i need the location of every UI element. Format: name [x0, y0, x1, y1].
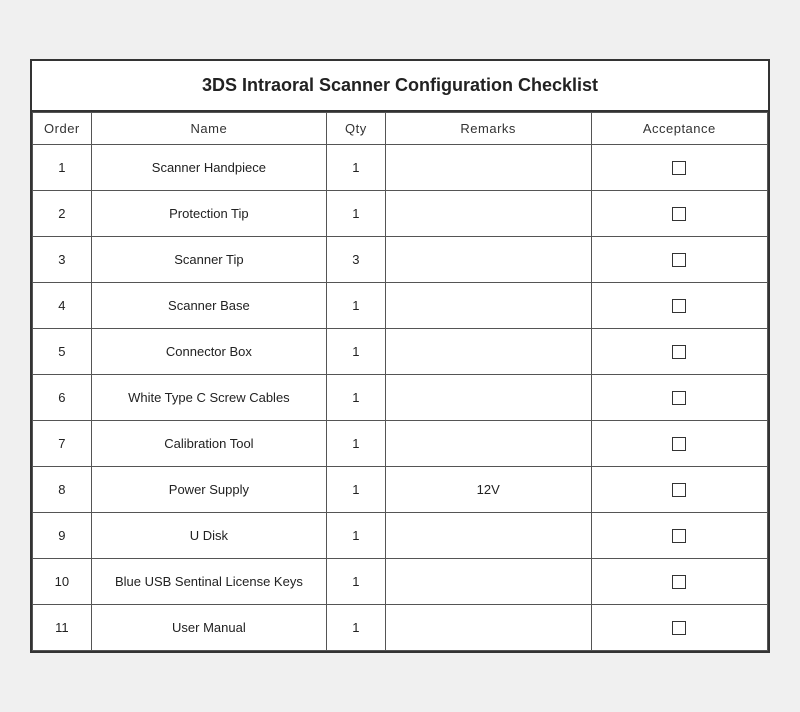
cell-order: 11: [33, 605, 92, 651]
table-row: 10Blue USB Sentinal License Keys1: [33, 559, 768, 605]
table-row: 1Scanner Handpiece1: [33, 145, 768, 191]
acceptance-checkbox[interactable]: [672, 161, 686, 175]
cell-name: Power Supply: [91, 467, 326, 513]
cell-remarks: [385, 329, 591, 375]
checklist-title: 3DS Intraoral Scanner Configuration Chec…: [32, 61, 768, 112]
acceptance-checkbox[interactable]: [672, 437, 686, 451]
cell-qty: 1: [326, 559, 385, 605]
cell-qty: 1: [326, 191, 385, 237]
cell-name: Calibration Tool: [91, 421, 326, 467]
cell-name: Scanner Tip: [91, 237, 326, 283]
cell-order: 8: [33, 467, 92, 513]
table-row: 8Power Supply112V: [33, 467, 768, 513]
cell-remarks: [385, 513, 591, 559]
cell-acceptance[interactable]: [591, 375, 767, 421]
table-row: 4Scanner Base1: [33, 283, 768, 329]
cell-name: Blue USB Sentinal License Keys: [91, 559, 326, 605]
table-row: 5Connector Box1: [33, 329, 768, 375]
cell-acceptance[interactable]: [591, 237, 767, 283]
header-acceptance: Acceptance: [591, 113, 767, 145]
cell-order: 3: [33, 237, 92, 283]
cell-acceptance[interactable]: [591, 605, 767, 651]
cell-qty: 1: [326, 421, 385, 467]
table-row: 6White Type C Screw Cables1: [33, 375, 768, 421]
cell-name: Scanner Handpiece: [91, 145, 326, 191]
table-row: 3Scanner Tip3: [33, 237, 768, 283]
cell-acceptance[interactable]: [591, 421, 767, 467]
table-row: 2Protection Tip1: [33, 191, 768, 237]
cell-remarks: [385, 421, 591, 467]
header-qty: Qty: [326, 113, 385, 145]
cell-name: Scanner Base: [91, 283, 326, 329]
acceptance-checkbox[interactable]: [672, 529, 686, 543]
acceptance-checkbox[interactable]: [672, 483, 686, 497]
cell-order: 2: [33, 191, 92, 237]
table-row: 9U Disk1: [33, 513, 768, 559]
acceptance-checkbox[interactable]: [672, 391, 686, 405]
cell-acceptance[interactable]: [591, 513, 767, 559]
cell-acceptance[interactable]: [591, 283, 767, 329]
cell-remarks: [385, 145, 591, 191]
header-remarks: Remarks: [385, 113, 591, 145]
cell-qty: 1: [326, 145, 385, 191]
cell-order: 6: [33, 375, 92, 421]
cell-name: User Manual: [91, 605, 326, 651]
cell-remarks: [385, 283, 591, 329]
cell-name: Protection Tip: [91, 191, 326, 237]
table-header-row: Order Name Qty Remarks Acceptance: [33, 113, 768, 145]
cell-remarks: [385, 559, 591, 605]
cell-remarks: [385, 237, 591, 283]
cell-name: Connector Box: [91, 329, 326, 375]
cell-order: 4: [33, 283, 92, 329]
cell-qty: 1: [326, 283, 385, 329]
cell-qty: 1: [326, 467, 385, 513]
cell-qty: 1: [326, 375, 385, 421]
cell-qty: 1: [326, 605, 385, 651]
cell-qty: 3: [326, 237, 385, 283]
table-row: 7Calibration Tool1: [33, 421, 768, 467]
cell-order: 5: [33, 329, 92, 375]
acceptance-checkbox[interactable]: [672, 207, 686, 221]
cell-acceptance[interactable]: [591, 559, 767, 605]
header-name: Name: [91, 113, 326, 145]
cell-remarks: 12V: [385, 467, 591, 513]
cell-acceptance[interactable]: [591, 329, 767, 375]
cell-remarks: [385, 191, 591, 237]
cell-order: 10: [33, 559, 92, 605]
table-row: 11User Manual1: [33, 605, 768, 651]
cell-name: U Disk: [91, 513, 326, 559]
cell-qty: 1: [326, 329, 385, 375]
checklist-container: 3DS Intraoral Scanner Configuration Chec…: [30, 59, 770, 653]
checklist-table: Order Name Qty Remarks Acceptance 1Scann…: [32, 112, 768, 651]
cell-remarks: [385, 375, 591, 421]
acceptance-checkbox[interactable]: [672, 345, 686, 359]
cell-order: 9: [33, 513, 92, 559]
cell-acceptance[interactable]: [591, 467, 767, 513]
cell-remarks: [385, 605, 591, 651]
cell-acceptance[interactable]: [591, 145, 767, 191]
header-order: Order: [33, 113, 92, 145]
acceptance-checkbox[interactable]: [672, 621, 686, 635]
acceptance-checkbox[interactable]: [672, 575, 686, 589]
cell-name: White Type C Screw Cables: [91, 375, 326, 421]
cell-qty: 1: [326, 513, 385, 559]
acceptance-checkbox[interactable]: [672, 253, 686, 267]
cell-acceptance[interactable]: [591, 191, 767, 237]
cell-order: 7: [33, 421, 92, 467]
cell-order: 1: [33, 145, 92, 191]
acceptance-checkbox[interactable]: [672, 299, 686, 313]
